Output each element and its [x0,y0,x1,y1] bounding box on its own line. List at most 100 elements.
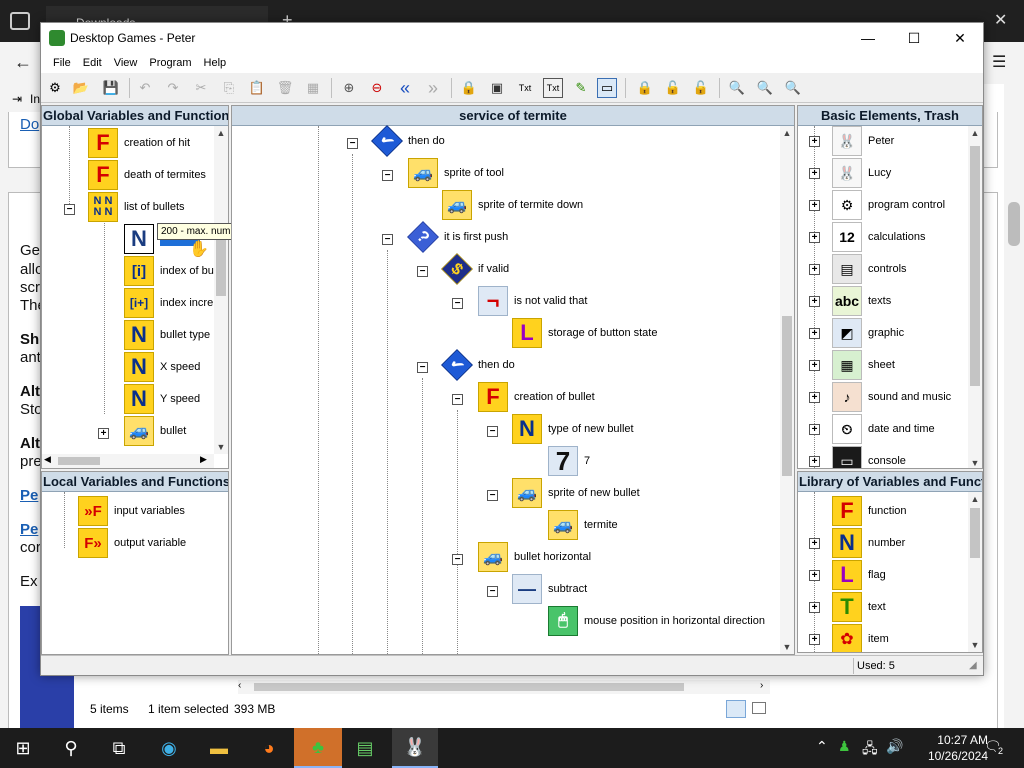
tab-actions-icon[interactable] [10,12,30,30]
expand-icon[interactable]: + [98,428,109,439]
expand-icon[interactable]: + [809,634,820,645]
basic-item[interactable]: ▤ controls [832,254,907,284]
basic-item[interactable]: 🐰 Lucy [832,158,891,188]
lock-yellow-2-icon[interactable]: 🔓 [663,78,683,98]
expand-icon[interactable]: + [809,168,820,179]
global-item[interactable]: Fdeath of termites [88,160,206,190]
copy-icon[interactable]: ⎘ [219,78,239,98]
zoom-in-icon[interactable]: ⊕ [339,78,359,98]
library-item[interactable]: Lflag [832,560,886,590]
collapse-icon[interactable]: − [452,394,463,405]
find-replace-icon[interactable]: 🔍 [783,78,803,98]
open-icon[interactable]: 📂 [71,78,91,98]
library-item[interactable]: Ffunction [832,496,907,526]
delete-icon[interactable]: 🗑 [275,78,295,98]
expand-icon[interactable]: + [809,296,820,307]
save-icon[interactable]: 💾 [101,78,121,98]
network-icon[interactable]: 🖧 [862,738,878,762]
service-node[interactable]: Ntype of new bullet [512,414,634,444]
global-hscroll-thumb[interactable] [58,457,100,465]
service-node[interactable]: — subtract [512,574,587,604]
page-scroll-thumb[interactable] [1008,202,1020,246]
page-link-3[interactable]: Pe [20,521,38,538]
zoom-out-icon[interactable]: ⊖ [367,78,387,98]
undo-icon[interactable]: ↶ [135,78,155,98]
monitor-icon[interactable]: ▭ [597,78,617,98]
edge-icon[interactable]: ◉ [146,728,192,768]
global-vscroll[interactable]: ▲ ▼ [214,126,228,454]
menu-help[interactable]: Help [198,57,233,69]
service-node[interactable]: Fcreation of bullet [478,382,595,412]
previous-icon[interactable]: « [395,78,415,98]
scroll-left-icon[interactable]: ◀ [44,454,51,465]
scroll-up-icon[interactable]: ▲ [214,126,228,140]
text-list-icon[interactable]: Txt [543,78,563,98]
basic-item[interactable]: ⚙ program control [832,190,945,220]
expand-icon[interactable]: + [809,264,820,275]
menu-program[interactable]: Program [143,57,197,69]
expand-icon[interactable]: + [809,602,820,613]
scroll-down-icon[interactable]: ▼ [780,640,794,654]
expand-icon[interactable]: + [809,570,820,581]
page-scrollbar[interactable] [1004,84,1024,728]
text-tool-icon[interactable]: Txt [515,78,535,98]
menu-edit[interactable]: Edit [77,57,108,69]
basic-item[interactable]: ⏲ date and time [832,414,935,444]
browser-close-icon[interactable]: ✕ [994,10,1007,30]
scroll-up-icon[interactable]: ▲ [780,126,794,140]
redo-icon[interactable]: ↷ [163,78,183,98]
collapse-icon[interactable]: − [417,362,428,373]
tiles-view-icon[interactable] [752,702,766,714]
explorer-scroll-thumb[interactable] [254,683,684,691]
details-view-icon[interactable] [726,700,746,718]
scroll-right-icon[interactable]: ▶ [200,454,207,465]
global-item[interactable]: N NN N list of bullets [88,192,185,222]
page-link-2[interactable]: Pe [20,487,38,504]
service-node[interactable]: 🚙 bullet horizontal [478,542,591,572]
expand-icon[interactable]: + [809,200,820,211]
service-node[interactable]: ✔ then do [441,349,515,381]
service-node[interactable]: Lstorage of button state [512,318,657,348]
global-item[interactable]: Fcreation of hit [88,128,190,158]
expand-icon[interactable]: + [809,232,820,243]
find-next-icon[interactable]: 🔍 [755,78,775,98]
service-node[interactable]: 🚙 sprite of tool [408,158,504,188]
firefox-icon[interactable]: ◕ [246,728,292,768]
expand-icon[interactable]: + [809,538,820,549]
scroll-up-icon[interactable]: ▲ [968,126,982,140]
page-link-1[interactable]: Do [20,116,39,133]
file-explorer-icon[interactable]: ▬ [196,728,242,768]
expand-icon[interactable]: + [809,360,820,371]
run-icon[interactable]: ▣ [487,78,507,98]
expand-icon[interactable]: + [809,136,820,147]
clock[interactable]: 10:27 AM 10/26/2024 [928,732,988,764]
global-item[interactable]: N Y speed [124,384,200,414]
structure-icon[interactable]: ⚙ [45,78,65,98]
global-hscroll[interactable]: ◀ ▶ [42,454,214,468]
basic-item[interactable]: 12 calculations [832,222,925,252]
paste-icon[interactable]: 📋 [247,78,267,98]
collapse-icon[interactable]: − [382,170,393,181]
basic-scroll-thumb[interactable] [970,146,980,386]
service-node[interactable]: ? it is first push [407,221,508,253]
local-item[interactable]: F» output variable [78,528,186,558]
sign-in-label[interactable]: In [30,92,40,106]
service-node[interactable]: 🚙 termite [548,510,618,540]
global-item[interactable]: N X speed [124,352,200,382]
expand-icon[interactable]: + [809,456,820,467]
search-icon[interactable]: ⚲ [48,728,94,768]
menu-file[interactable]: File [47,57,77,69]
block-icon[interactable]: ▦ [303,78,323,98]
tray-app-icon[interactable]: ♟ [838,738,851,755]
global-item[interactable]: [i] index of bu [124,256,214,286]
lock-yellow-1-icon[interactable]: 🔒 [635,78,655,98]
basic-item[interactable]: abc texts [832,286,891,316]
sign-in-icon[interactable]: ⇥ [12,92,22,106]
basic-item[interactable]: ◩ graphic [832,318,904,348]
peter-app-icon[interactable]: 🐰 [392,728,438,768]
minimize-button[interactable]: — [845,23,891,53]
basic-item[interactable]: ▭ console [832,446,906,468]
service-node[interactable]: ¬ is not valid that [478,286,587,316]
scroll-up-icon[interactable]: ▲ [968,492,982,506]
service-node[interactable]: 77 [548,446,590,476]
